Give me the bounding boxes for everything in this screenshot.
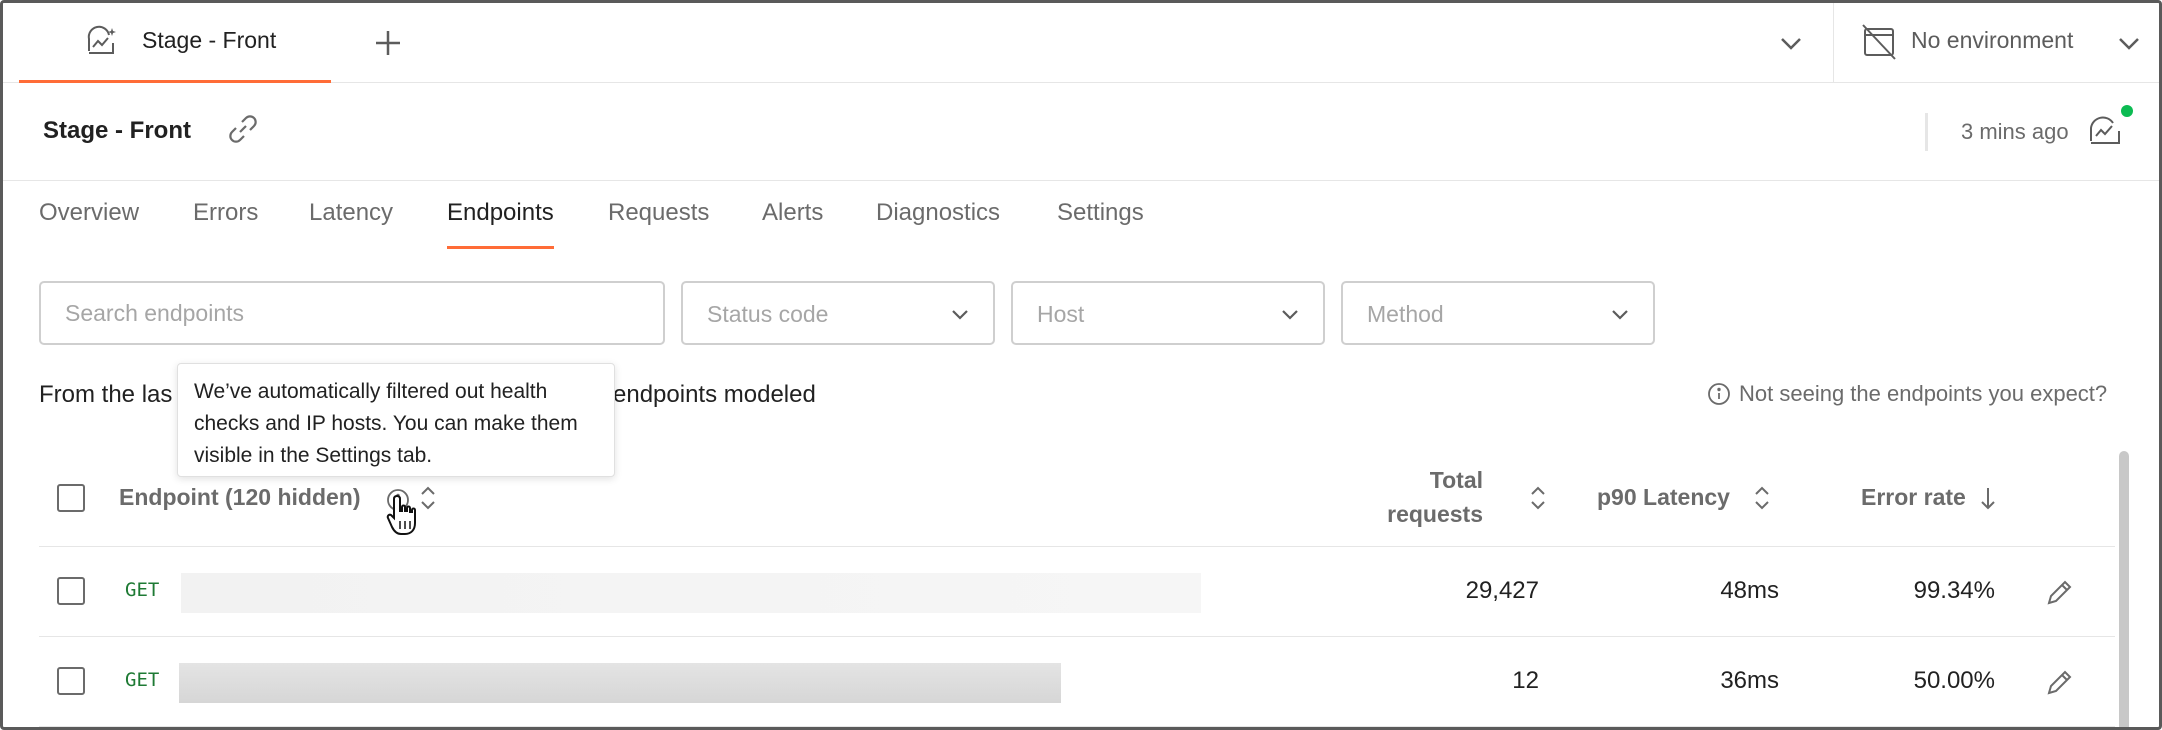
new-tab-button[interactable] [368, 23, 408, 63]
summary-text-end: endpoints modeled [613, 381, 816, 408]
info-icon [1708, 383, 1730, 405]
endpoint-path-redacted [181, 573, 1201, 613]
pencil-icon[interactable] [2043, 667, 2075, 699]
last-updated-text: 3 mins ago [1961, 119, 2069, 144]
tab-requests[interactable]: Requests [608, 199, 709, 249]
vertical-scrollbar[interactable] [2119, 451, 2129, 727]
tab-latency[interactable]: Latency [309, 199, 393, 249]
total-requests-cell: 12 [1512, 667, 1539, 694]
summary-text: From the las [39, 381, 173, 408]
tab-endpoints[interactable]: Endpoints [447, 199, 554, 249]
method-badge: GET [125, 579, 160, 601]
pencil-icon[interactable] [2043, 577, 2075, 609]
monitor-icon [87, 25, 116, 54]
method-select[interactable]: Method [1341, 281, 1655, 345]
sort-descending-icon[interactable] [1977, 483, 1999, 513]
column-total-requests-line1[interactable]: Total [1383, 467, 1483, 494]
search-endpoints-input[interactable] [39, 281, 665, 345]
error-rate-cell: 99.34% [1913, 577, 1995, 604]
monitor-status-icon[interactable] [2087, 111, 2125, 149]
method-label: Method [1367, 301, 1444, 327]
workspace-tab-bar: Stage - Front No environment [3, 3, 2159, 83]
error-rate-cell: 50.00% [1913, 667, 1995, 694]
environment-chevron-icon[interactable] [2111, 25, 2147, 61]
sort-icon[interactable] [1527, 483, 1549, 513]
table-row[interactable]: GET 29,427 48ms 99.34% [39, 547, 2115, 637]
chevron-down-icon [1612, 310, 1628, 320]
chevron-down-icon [1282, 310, 1298, 320]
tab-settings[interactable]: Settings [1057, 199, 1144, 249]
page-title: Stage - Front [43, 117, 191, 144]
p90-latency-cell: 36ms [1720, 667, 1779, 694]
select-all-checkbox[interactable] [57, 484, 85, 512]
row-checkbox[interactable] [57, 577, 85, 605]
hand-cursor-icon [386, 494, 416, 535]
divider [1833, 3, 1834, 83]
link-icon[interactable] [225, 111, 261, 147]
monitor-header: Stage - Front 3 mins ago [3, 83, 2159, 181]
host-label: Host [1037, 301, 1085, 327]
divider [1925, 113, 1928, 151]
tab-stage-front[interactable]: Stage - Front [19, 3, 331, 83]
tabs-dropdown-chevron-icon[interactable] [1773, 25, 1809, 61]
sort-icon[interactable] [1751, 483, 1773, 513]
tab-overview[interactable]: Overview [39, 199, 139, 249]
total-requests-cell: 29,427 [1465, 577, 1539, 604]
host-select[interactable]: Host [1011, 281, 1325, 345]
tab-alerts[interactable]: Alerts [762, 199, 823, 249]
environment-selector[interactable]: No environment [1911, 27, 2073, 54]
help-link-label: Not seeing the endpoints you expect? [1739, 381, 2108, 406]
tab-label: Stage - Front [142, 27, 277, 53]
column-endpoint[interactable]: Endpoint (120 hidden) [119, 484, 361, 511]
status-code-label: Status code [707, 301, 829, 327]
table-row[interactable]: GET 12 36ms 50.00% [39, 637, 2115, 727]
tab-errors[interactable]: Errors [193, 199, 258, 249]
row-checkbox[interactable] [57, 667, 85, 695]
status-dot [2121, 105, 2133, 117]
endpoints-help-link[interactable]: Not seeing the endpoints you expect? [1707, 381, 2107, 407]
endpoint-path-redacted [179, 663, 1061, 703]
hidden-endpoints-tooltip: We’ve automatically filtered out health … [177, 363, 615, 477]
plus-icon [376, 31, 400, 55]
tab-diagnostics[interactable]: Diagnostics [876, 199, 1000, 249]
no-environment-icon [1862, 24, 1896, 60]
status-code-select[interactable]: Status code [681, 281, 995, 345]
method-badge: GET [125, 669, 160, 691]
section-tabs: Overview Errors Latency Endpoints Reques… [3, 181, 2159, 249]
column-p90-latency[interactable]: p90 Latency [1597, 484, 1730, 511]
column-error-rate[interactable]: Error rate [1861, 484, 1966, 511]
p90-latency-cell: 48ms [1720, 577, 1779, 604]
chevron-down-icon [952, 310, 968, 320]
column-total-requests-line2[interactable]: requests [1347, 501, 1483, 528]
app-window: Stage - Front No environment Stage - Fro… [0, 0, 2162, 730]
